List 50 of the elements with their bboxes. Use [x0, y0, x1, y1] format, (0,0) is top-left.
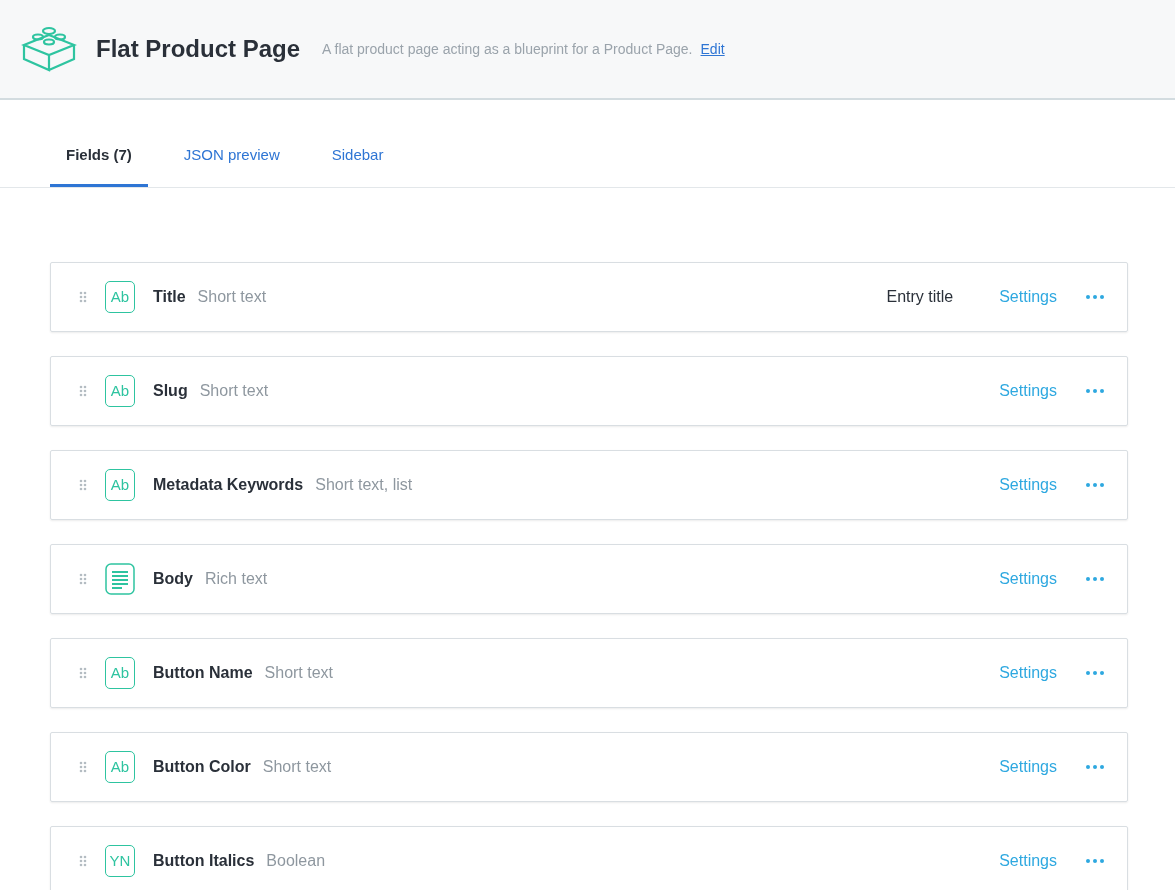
field-type: Short text — [262, 757, 332, 777]
settings-link[interactable]: Settings — [999, 473, 1057, 497]
drag-handle-icon[interactable] — [79, 667, 87, 679]
field-type: Short text — [199, 381, 269, 401]
field-name: Title — [153, 287, 186, 307]
field-type: Short text — [264, 663, 334, 683]
tab[interactable]: JSON preview — [167, 127, 296, 187]
drag-handle-icon[interactable] — [79, 479, 87, 491]
settings-link[interactable]: Settings — [999, 567, 1057, 591]
field-name: Metadata Keywords — [153, 475, 304, 495]
field-type: Short text — [197, 287, 267, 307]
drag-handle-icon[interactable] — [79, 573, 87, 585]
field-name: Button Name — [153, 663, 253, 683]
drag-handle-icon[interactable] — [79, 761, 87, 773]
field-type-icon: Ab — [105, 375, 135, 407]
field-type: Boolean — [266, 851, 326, 871]
field-name: Body — [153, 569, 193, 589]
settings-link[interactable]: Settings — [999, 661, 1057, 685]
more-icon[interactable] — [1085, 764, 1105, 770]
field-name: Button Color — [153, 757, 251, 777]
tab[interactable]: Sidebar — [315, 127, 400, 187]
tab[interactable]: Fields (7) — [50, 127, 148, 187]
more-icon[interactable] — [1085, 482, 1105, 488]
drag-handle-icon[interactable] — [79, 291, 87, 303]
drag-handle-icon[interactable] — [79, 855, 87, 867]
more-icon[interactable] — [1085, 670, 1105, 676]
page-description: A flat product page acting as a blueprint for a Product Page. — [322, 39, 693, 59]
field-type: Short text, list — [315, 475, 413, 495]
block-icon — [20, 25, 78, 73]
more-icon[interactable] — [1085, 388, 1105, 394]
settings-link[interactable]: Settings — [999, 849, 1057, 873]
field-name: Slug — [153, 381, 188, 401]
more-icon[interactable] — [1085, 576, 1105, 582]
field-type-icon: Ab — [105, 751, 135, 783]
field-type-icon: Ab — [105, 469, 135, 501]
field-name: Button Italics — [153, 851, 255, 871]
drag-handle-icon[interactable] — [79, 385, 87, 397]
more-icon[interactable] — [1085, 858, 1105, 864]
entry-title-label: Entry title — [886, 287, 954, 307]
edit-link[interactable]: Edit — [700, 38, 725, 60]
field-type: Rich text — [205, 569, 268, 589]
field-type-icon: Ab — [105, 657, 135, 689]
more-icon[interactable] — [1085, 294, 1105, 300]
rich-text-icon — [105, 563, 135, 595]
field-type-icon: Ab — [105, 281, 135, 313]
page-title: Flat Product Page — [96, 34, 301, 64]
settings-link[interactable]: Settings — [999, 285, 1057, 309]
settings-link[interactable]: Settings — [999, 379, 1057, 403]
settings-link[interactable]: Settings — [999, 755, 1057, 779]
field-type-icon: YN — [105, 845, 135, 877]
